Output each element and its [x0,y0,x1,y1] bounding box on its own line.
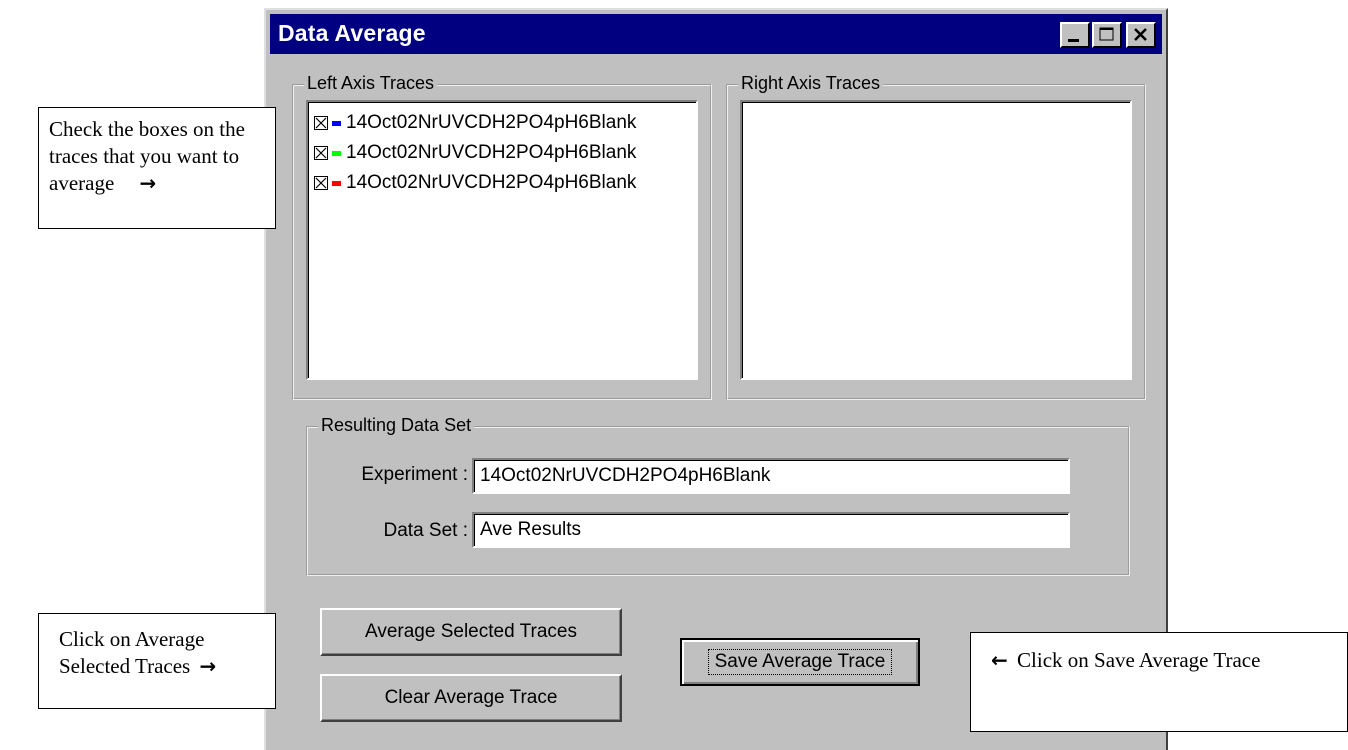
window-title: Data Average [278,20,426,46]
arrow-left-icon: ← [991,648,1008,672]
experiment-field[interactable]: 14Oct02NrUVCDH2PO4pH6Blank [472,458,1070,494]
arrow-right-icon: → [199,654,217,678]
checked-checkbox-icon[interactable] [314,146,328,160]
experiment-label: Experiment : [361,464,468,485]
callout-click-save: ← Click on Save Average Trace [970,632,1348,732]
arrow-right-icon: → [139,171,157,195]
title-bar[interactable]: Data Average [270,14,1162,54]
right-axis-traces-list[interactable] [740,100,1132,380]
callout-click-average-text: Click on Average Selected Traces [59,627,205,678]
trace-color-swatch [332,120,341,126]
callout-click-save-text: Click on Save Average Trace [1017,648,1261,672]
trace-label: 14Oct02NrUVCDH2PO4pH6Blank [346,142,637,163]
close-icon [1134,28,1147,41]
trace-item[interactable]: 14Oct02NrUVCDH2PO4pH6Blank [314,108,636,138]
trace-label: 14Oct02NrUVCDH2PO4pH6Blank [346,112,637,133]
left-axis-traces-group: Left Axis Traces 14Oct02NrUVCDH2PO4pH6Bl… [292,73,712,400]
close-button[interactable] [1126,22,1156,48]
resulting-data-set-group: Resulting Data Set Experiment : 14Oct02N… [306,415,1130,576]
trace-color-swatch [332,180,341,186]
minimize-icon [1068,39,1079,42]
checked-checkbox-icon[interactable] [314,116,328,130]
maximize-button[interactable] [1092,22,1122,48]
dataset-field[interactable]: Ave Results [472,512,1070,548]
left-axis-traces-list[interactable]: 14Oct02NrUVCDH2PO4pH6Blank 14Oct02NrUVCD… [306,100,698,380]
minimize-button[interactable] [1060,22,1090,48]
checked-checkbox-icon[interactable] [314,176,328,190]
maximize-icon [1099,27,1114,41]
trace-color-swatch [332,150,341,156]
average-selected-traces-button[interactable]: Average Selected Traces [320,608,622,656]
trace-label: 14Oct02NrUVCDH2PO4pH6Blank [346,172,637,193]
trace-item[interactable]: 14Oct02NrUVCDH2PO4pH6Blank [314,138,636,168]
save-average-trace-button[interactable]: Save Average Trace [680,638,920,686]
clear-average-trace-button[interactable]: Clear Average Trace [320,674,622,722]
callout-check-boxes: Check the boxes on the traces that you w… [38,107,276,229]
right-axis-traces-legend: Right Axis Traces [738,73,884,94]
dataset-label: Data Set : [383,520,469,541]
left-axis-traces-legend: Left Axis Traces [304,73,438,94]
trace-item[interactable]: 14Oct02NrUVCDH2PO4pH6Blank [314,168,636,198]
resulting-data-set-legend: Resulting Data Set [318,415,475,436]
callout-click-average: Click on Average Selected Traces → [38,613,276,709]
right-axis-traces-group: Right Axis Traces [726,73,1146,400]
save-average-trace-label: Save Average Trace [707,649,893,675]
